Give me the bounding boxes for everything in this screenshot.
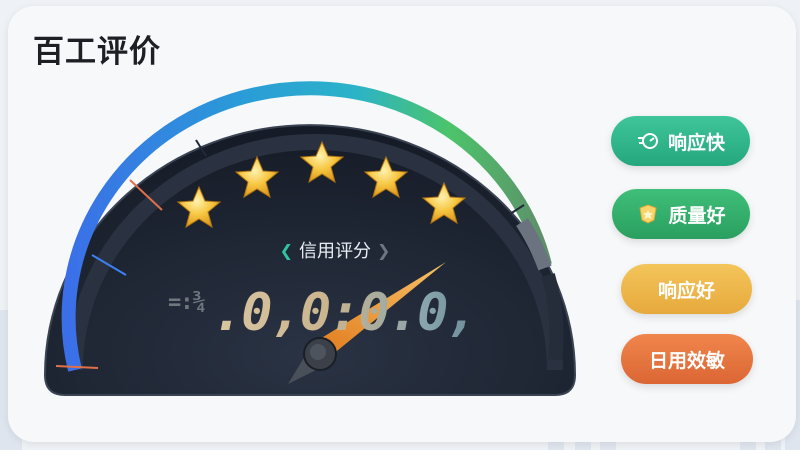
- credit-score-value: .0,0:0.0,: [212, 283, 478, 343]
- tag-label: 响应好: [657, 279, 715, 302]
- credit-score-label[interactable]: ❮ 信用评分 ❯: [270, 236, 400, 264]
- tag-label: 日用效敏: [648, 349, 725, 372]
- tag-fast-response[interactable]: 响应快: [611, 116, 750, 166]
- tag-label: 质量好: [668, 204, 726, 227]
- credit-score-label-text: 信用评分: [299, 241, 371, 262]
- badge-icon: [639, 204, 658, 224]
- speed-icon: [637, 133, 658, 149]
- score-prefix: =:¾: [168, 290, 206, 315]
- tag-daily-efficiency[interactable]: 日用效敏: [621, 334, 753, 384]
- tag-label: 响应快: [667, 131, 725, 154]
- tag-good-response[interactable]: 响应好: [621, 264, 752, 314]
- chevron-left-icon[interactable]: ❮: [280, 241, 293, 260]
- tag-good-quality[interactable]: 质量好: [612, 189, 750, 239]
- chevron-right-icon[interactable]: ❯: [377, 241, 390, 260]
